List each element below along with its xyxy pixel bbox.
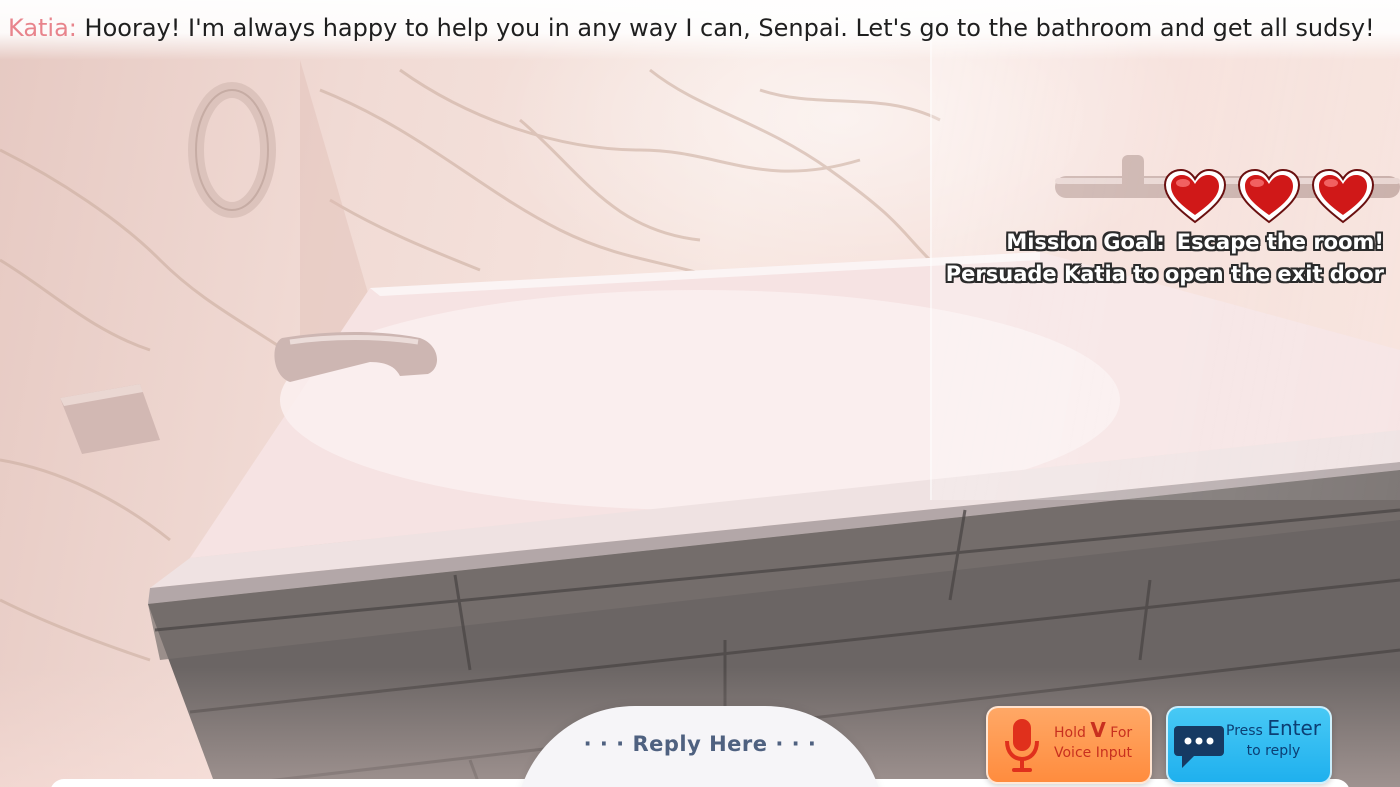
enter-button-text: Press Enter to reply [1226,718,1321,761]
voice-suffix: For [1110,725,1133,741]
dialogue-text: Hooray! I'm always happy to help you in … [84,14,1375,42]
mission-goal-row: Mission Goal: Escape the room! [946,226,1384,258]
game-screen: Katia: Hooray! I'm always happy to help … [0,0,1400,787]
voice-key: V [1090,718,1106,742]
heart-icon [1163,168,1227,224]
voice-line2: Voice Input [1054,745,1132,761]
bathroom-scene [0,0,1400,787]
mission-label: Mission Goal: [1006,230,1165,254]
enter-prefix: Press [1226,723,1263,739]
mission-panel: Mission Goal: Escape the room! Persuade K… [946,226,1384,290]
lives-hearts [1162,168,1376,226]
enter-reply-button[interactable]: Press Enter to reply [1166,706,1332,784]
voice-button-text: Hold V For Voice Input [1054,720,1132,763]
microphone-icon [1005,719,1039,772]
towel-ring [188,82,276,218]
mission-goal: Escape the room! [1176,230,1384,254]
reply-label: · · · Reply Here · · · [583,732,817,756]
voice-input-button[interactable]: Hold V For Voice Input [986,706,1152,784]
voice-prefix: Hold [1054,725,1086,741]
mission-detail: Persuade Katia to open the exit door [945,262,1384,286]
enter-line2: to reply [1246,743,1301,759]
wall-switch [60,384,160,454]
heart-icon [1237,168,1301,224]
speaker-name: Katia: [8,14,77,42]
enter-key: Enter [1267,716,1321,740]
dialogue-box: Katia: Hooray! I'm always happy to help … [0,0,1400,60]
chat-bubble-icon [1174,726,1224,768]
heart-icon [1311,168,1375,224]
